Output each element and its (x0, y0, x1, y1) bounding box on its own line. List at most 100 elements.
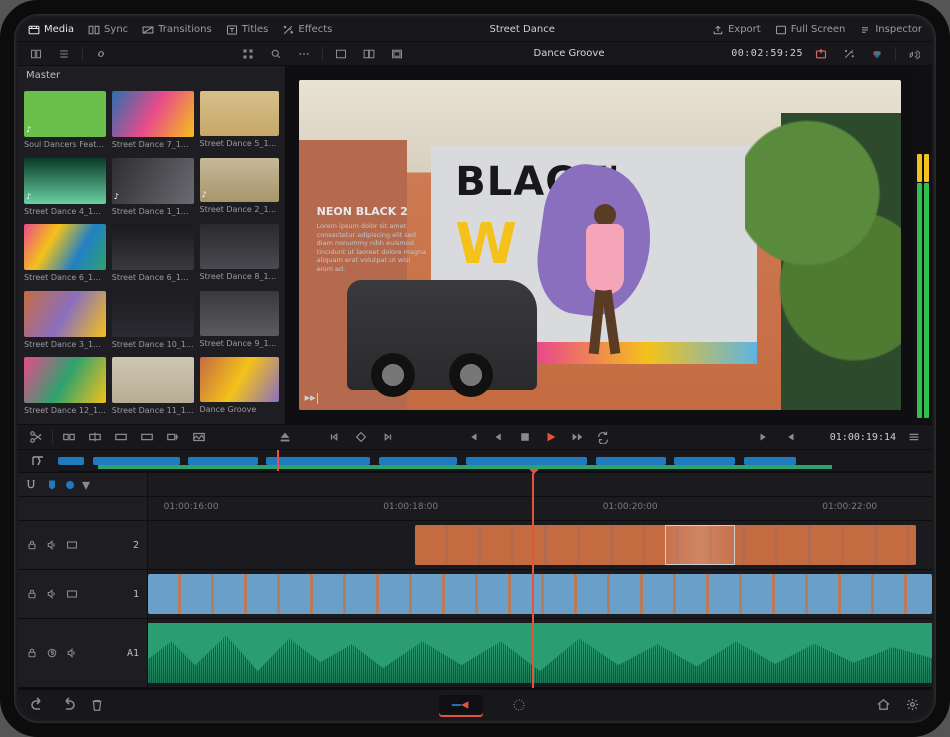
media-clip[interactable]: Street Dance 3_1... (24, 291, 106, 352)
track-header-v2[interactable]: 2 (18, 521, 147, 570)
undo-icon[interactable] (30, 697, 46, 713)
lock-icon[interactable] (26, 647, 38, 659)
step-fwd-icon[interactable] (567, 428, 587, 446)
search-icon[interactable] (266, 45, 286, 63)
track-header-v1[interactable]: 1 (18, 570, 147, 619)
track-v2[interactable] (148, 521, 932, 570)
transport-menu-icon[interactable] (904, 428, 924, 446)
media-clip-label: Street Dance 10_1... (112, 340, 194, 349)
media-clip[interactable]: ♪Street Dance 1_1... (112, 158, 194, 219)
menu-titles[interactable]: Titles (226, 24, 269, 36)
media-clip-label: Street Dance 7_1... (112, 140, 194, 149)
magic-icon[interactable] (839, 45, 859, 63)
media-clip[interactable]: Street Dance 6_1... (112, 224, 194, 285)
video-enable-icon[interactable] (66, 539, 78, 551)
bin-view-icon[interactable] (26, 45, 46, 63)
trash-icon[interactable] (90, 698, 104, 712)
media-clip[interactable]: Street Dance 9_1... (200, 291, 280, 352)
media-clip[interactable]: Dance Groove (200, 357, 280, 418)
link-icon[interactable] (91, 45, 111, 63)
color-icon[interactable] (867, 45, 887, 63)
chevron-down-icon[interactable]: ▾ (82, 475, 90, 494)
media-clip[interactable]: Street Dance 8_1... (200, 224, 280, 285)
menu-export[interactable]: Export (712, 24, 761, 36)
track-header-a1[interactable]: A1 (18, 619, 147, 688)
ruler-tick-label: 01:00:22:00 (822, 502, 877, 512)
viewer-dual-icon[interactable] (359, 45, 379, 63)
mute-icon[interactable] (46, 588, 58, 600)
play-icon[interactable] (541, 428, 561, 446)
media-clip[interactable]: ♪Street Dance 4_1... (24, 158, 106, 219)
keyframe-icon[interactable] (351, 428, 371, 446)
mute-icon[interactable] (46, 539, 58, 551)
next-marker-icon[interactable]: ▸▸| (305, 391, 320, 404)
append-icon[interactable] (163, 428, 183, 446)
bottom-bar (18, 689, 932, 719)
viewer-single-icon[interactable] (331, 45, 351, 63)
menu-inspector[interactable]: Inspector (859, 24, 922, 36)
menu-sync[interactable]: Sync (88, 24, 128, 36)
track-v1[interactable] (148, 570, 932, 619)
media-clip[interactable]: Street Dance 6_1... (24, 224, 106, 285)
track-a1[interactable] (148, 619, 932, 688)
media-clip[interactable]: Street Dance 11_1... (112, 357, 194, 418)
go-next-clip-icon[interactable] (754, 428, 774, 446)
go-start-icon[interactable] (463, 428, 483, 446)
timeline-timecode: 01:00:19:14 (830, 432, 896, 443)
picture-icon[interactable] (189, 428, 209, 446)
video-enable-icon[interactable] (66, 588, 78, 600)
media-clip-label: Street Dance 6_1... (24, 273, 106, 282)
menu-fullscreen[interactable]: Full Screen (775, 24, 846, 36)
snap-icon[interactable] (24, 478, 38, 492)
viewer-clip-timecode: 00:02:59:25 (731, 48, 803, 59)
playhead[interactable] (532, 473, 534, 688)
page-cut-icon[interactable] (439, 695, 483, 715)
options-icon[interactable] (294, 45, 314, 63)
quickexport-icon[interactable] (811, 45, 831, 63)
lock-icon[interactable] (26, 588, 38, 600)
media-clip[interactable]: Street Dance 10_1... (112, 291, 194, 352)
mute-icon[interactable] (66, 647, 78, 659)
safe-area-icon[interactable] (387, 45, 407, 63)
home-icon[interactable] (876, 697, 891, 712)
viewer[interactable]: BLACK' W N NEON BLACK 2 Lorem ipsum dolo… (286, 66, 914, 424)
menu-transitions[interactable]: Transitions (142, 24, 212, 36)
solo-icon[interactable] (46, 647, 58, 659)
menu-effects[interactable]: Effects (282, 24, 332, 36)
page-wheel-icon[interactable] (497, 695, 541, 715)
marker-tool-icon[interactable] (46, 479, 58, 491)
menu-media[interactable]: Media (28, 24, 74, 36)
loop-icon[interactable] (593, 428, 613, 446)
split-clip-icon[interactable] (59, 428, 79, 446)
media-clip[interactable]: Street Dance 5_1... (200, 91, 280, 152)
prev-keyframe-icon[interactable] (325, 428, 345, 446)
lock-icon[interactable] (26, 539, 38, 551)
stop-icon[interactable] (515, 428, 535, 446)
media-clip-label: Street Dance 9_1... (200, 339, 280, 348)
media-clip-label: Street Dance 1_1... (112, 207, 194, 216)
thumbnail-view-icon[interactable] (238, 45, 258, 63)
go-prev-clip-icon[interactable] (780, 428, 800, 446)
timeline-overview[interactable] (58, 450, 932, 472)
ruler-tick-label: 01:00:18:00 (383, 502, 438, 512)
viewer-clip-name: Dance Groove (534, 48, 605, 59)
media-clip[interactable]: Street Dance 12_1... (24, 357, 106, 418)
timeline-tools-icon[interactable] (18, 450, 58, 472)
step-back-icon[interactable] (489, 428, 509, 446)
cut-tool-icon[interactable] (26, 428, 46, 446)
ripple-icon[interactable] (85, 428, 105, 446)
audio-meter-icon[interactable] (904, 45, 924, 63)
timeline-ruler[interactable]: 01:00:16:0001:00:18:0001:00:20:0001:00:2… (148, 497, 932, 521)
media-clip[interactable]: ♪Soul Dancers Feat... (24, 91, 106, 152)
gear-icon[interactable] (905, 697, 920, 712)
transport-bar: 01:00:19:14 (18, 424, 932, 450)
overwrite-icon[interactable] (137, 428, 157, 446)
next-keyframe-icon[interactable] (377, 428, 397, 446)
redo-icon[interactable] (60, 697, 76, 713)
insert-icon[interactable] (111, 428, 131, 446)
marker-color-swatch[interactable] (66, 481, 74, 489)
eject-icon[interactable] (275, 428, 295, 446)
media-clip[interactable]: ♪Street Dance 2_1... (200, 158, 280, 219)
list-view-icon[interactable] (54, 45, 74, 63)
media-clip[interactable]: Street Dance 7_1... (112, 91, 194, 152)
